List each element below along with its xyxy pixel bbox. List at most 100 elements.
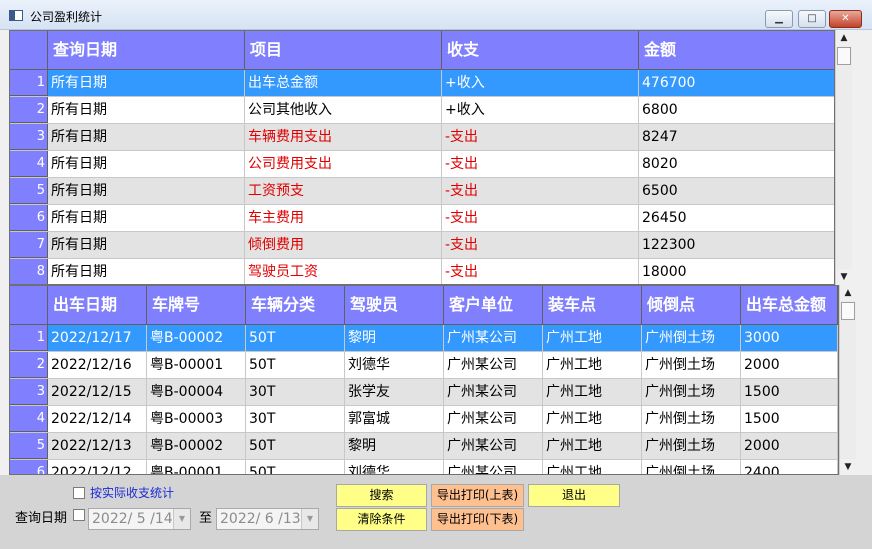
cell-query-date[interactable]: 所有日期 <box>48 70 245 96</box>
date-from-picker[interactable]: 2022/ 5 /14 ▼ <box>88 508 191 530</box>
cell-income-expense[interactable]: -支出 <box>442 232 639 258</box>
column-header-customer[interactable]: 客户单位 <box>444 286 543 324</box>
row-number[interactable]: 4 <box>10 406 48 432</box>
column-header-query-date[interactable]: 查询日期 <box>48 31 245 69</box>
cell-plate[interactable]: 粤B-00002 <box>147 325 246 351</box>
row-number[interactable]: 3 <box>10 379 48 405</box>
cell-plate[interactable]: 粤B-00004 <box>147 379 246 405</box>
cell-query-date[interactable]: 所有日期 <box>48 232 245 258</box>
column-header-loading-point[interactable]: 装车点 <box>543 286 642 324</box>
cell-plate[interactable]: 粤B-00001 <box>147 352 246 378</box>
cell-income-expense[interactable]: -支出 <box>442 259 639 284</box>
cell-customer[interactable]: 广州某公司 <box>444 325 543 351</box>
cell-amount[interactable]: 476700 <box>639 70 834 96</box>
cell-query-date[interactable]: 所有日期 <box>48 178 245 204</box>
scroll-up-arrow-icon[interactable]: ▲ <box>840 285 856 301</box>
cell-query-date[interactable]: 所有日期 <box>48 205 245 231</box>
cell-trip-total[interactable]: 2000 <box>741 433 838 459</box>
scroll-up-arrow-icon[interactable]: ▲ <box>836 30 852 46</box>
cell-vehicle-category[interactable]: 50T <box>246 325 345 351</box>
bottom-table-scrollbar[interactable]: ▲ ▼ <box>839 285 856 475</box>
column-header-amount[interactable]: 金额 <box>639 31 834 69</box>
table-row[interactable]: 8 所有日期 驾驶员工资 -支出 18000 <box>10 259 834 284</box>
table-row[interactable]: 5 2022/12/13 粤B-00002 50T 黎明 广州某公司 广州工地 广州倒土场 20… <box>10 433 838 460</box>
clear-conditions-button[interactable]: 清除条件 <box>336 508 427 531</box>
cell-item[interactable]: 公司费用支出 <box>245 151 442 177</box>
cell-item[interactable]: 出车总金额 <box>245 70 442 96</box>
row-number[interactable]: 8 <box>10 259 48 284</box>
cell-income-expense[interactable]: -支出 <box>442 124 639 150</box>
cell-dump-point[interactable]: 广州倒土场 <box>642 433 741 459</box>
table-row[interactable]: 2 所有日期 公司其他收入 +收入 6800 <box>10 97 834 124</box>
cell-item[interactable]: 工资预支 <box>245 178 442 204</box>
cell-loading-point[interactable]: 广州工地 <box>543 406 642 432</box>
column-header-trip-date[interactable]: 出车日期 <box>48 286 147 324</box>
cell-driver[interactable]: 郭富城 <box>345 406 444 432</box>
exit-button[interactable]: 退出 <box>528 484 620 507</box>
table-row[interactable]: 7 所有日期 倾倒费用 -支出 122300 <box>10 232 834 259</box>
cell-plate[interactable]: 粤B-00002 <box>147 433 246 459</box>
row-number[interactable]: 3 <box>10 124 48 150</box>
cell-trip-total[interactable]: 1500 <box>741 379 838 405</box>
column-header-plate[interactable]: 车牌号 <box>147 286 246 324</box>
row-number[interactable]: 7 <box>10 232 48 258</box>
cell-item[interactable]: 驾驶员工资 <box>245 259 442 284</box>
cell-vehicle-category[interactable]: 30T <box>246 379 345 405</box>
row-number[interactable]: 1 <box>10 70 48 96</box>
cell-loading-point[interactable]: 广州工地 <box>543 352 642 378</box>
scroll-thumb[interactable] <box>837 47 851 65</box>
row-number[interactable]: 2 <box>10 97 48 123</box>
cell-query-date[interactable]: 所有日期 <box>48 97 245 123</box>
table-row[interactable]: 3 2022/12/15 粤B-00004 30T 张学友 广州某公司 广州工地 广州倒土场 1… <box>10 379 838 406</box>
scroll-thumb[interactable] <box>841 302 855 320</box>
cell-loading-point[interactable]: 广州工地 <box>543 460 642 474</box>
maximize-button[interactable]: □ <box>798 10 826 28</box>
cell-trip-date[interactable]: 2022/12/17 <box>48 325 147 351</box>
cell-item[interactable]: 车主费用 <box>245 205 442 231</box>
cell-customer[interactable]: 广州某公司 <box>444 460 543 474</box>
cell-amount[interactable]: 6500 <box>639 178 834 204</box>
cell-income-expense[interactable]: +收入 <box>442 97 639 123</box>
cell-dump-point[interactable]: 广州倒土场 <box>642 352 741 378</box>
cell-item[interactable]: 倾倒费用 <box>245 232 442 258</box>
minimize-button[interactable]: ▁ <box>765 10 793 28</box>
cell-driver[interactable]: 黎明 <box>345 433 444 459</box>
cell-customer[interactable]: 广州某公司 <box>444 433 543 459</box>
export-print-top-button[interactable]: 导出打印(上表) <box>431 484 524 507</box>
cell-amount[interactable]: 18000 <box>639 259 834 284</box>
scroll-down-arrow-icon[interactable]: ▼ <box>840 459 856 475</box>
dropdown-arrow-icon[interactable]: ▼ <box>301 509 318 529</box>
cell-driver[interactable]: 张学友 <box>345 379 444 405</box>
cell-dump-point[interactable]: 广州倒土场 <box>642 379 741 405</box>
cell-amount[interactable]: 122300 <box>639 232 834 258</box>
actual-stats-checkbox[interactable] <box>73 487 85 499</box>
cell-dump-point[interactable]: 广州倒土场 <box>642 406 741 432</box>
cell-vehicle-category[interactable]: 30T <box>246 406 345 432</box>
scroll-down-arrow-icon[interactable]: ▼ <box>836 269 852 285</box>
cell-driver[interactable]: 刘德华 <box>345 460 444 474</box>
table-row[interactable]: 6 所有日期 车主费用 -支出 26450 <box>10 205 834 232</box>
table-row[interactable]: 6 2022/12/12 粤B-00001 50T 刘德华 广州某公司 广州工地 广州倒土场 2… <box>10 460 838 474</box>
table-row[interactable]: 5 所有日期 工资预支 -支出 6500 <box>10 178 834 205</box>
column-header-dump-point[interactable]: 倾倒点 <box>642 286 741 324</box>
top-table-scrollbar[interactable]: ▲ ▼ <box>835 30 852 285</box>
row-number[interactable]: 5 <box>10 433 48 459</box>
actual-stats-label[interactable]: 按实际收支统计 <box>90 484 174 501</box>
row-number[interactable]: 4 <box>10 151 48 177</box>
cell-trip-total[interactable]: 2000 <box>741 352 838 378</box>
cell-vehicle-category[interactable]: 50T <box>246 352 345 378</box>
cell-trip-date[interactable]: 2022/12/16 <box>48 352 147 378</box>
table-row[interactable]: 1 2022/12/17 粤B-00002 50T 黎明 广州某公司 广州工地 广州倒土场 30… <box>10 325 838 352</box>
cell-amount[interactable]: 6800 <box>639 97 834 123</box>
cell-query-date[interactable]: 所有日期 <box>48 151 245 177</box>
dropdown-arrow-icon[interactable]: ▼ <box>173 509 190 529</box>
cell-customer[interactable]: 广州某公司 <box>444 379 543 405</box>
row-number[interactable]: 1 <box>10 325 48 351</box>
cell-customer[interactable]: 广州某公司 <box>444 352 543 378</box>
cell-amount[interactable]: 26450 <box>639 205 834 231</box>
cell-customer[interactable]: 广州某公司 <box>444 406 543 432</box>
cell-amount[interactable]: 8020 <box>639 151 834 177</box>
cell-loading-point[interactable]: 广州工地 <box>543 325 642 351</box>
cell-income-expense[interactable]: -支出 <box>442 205 639 231</box>
cell-trip-date[interactable]: 2022/12/14 <box>48 406 147 432</box>
